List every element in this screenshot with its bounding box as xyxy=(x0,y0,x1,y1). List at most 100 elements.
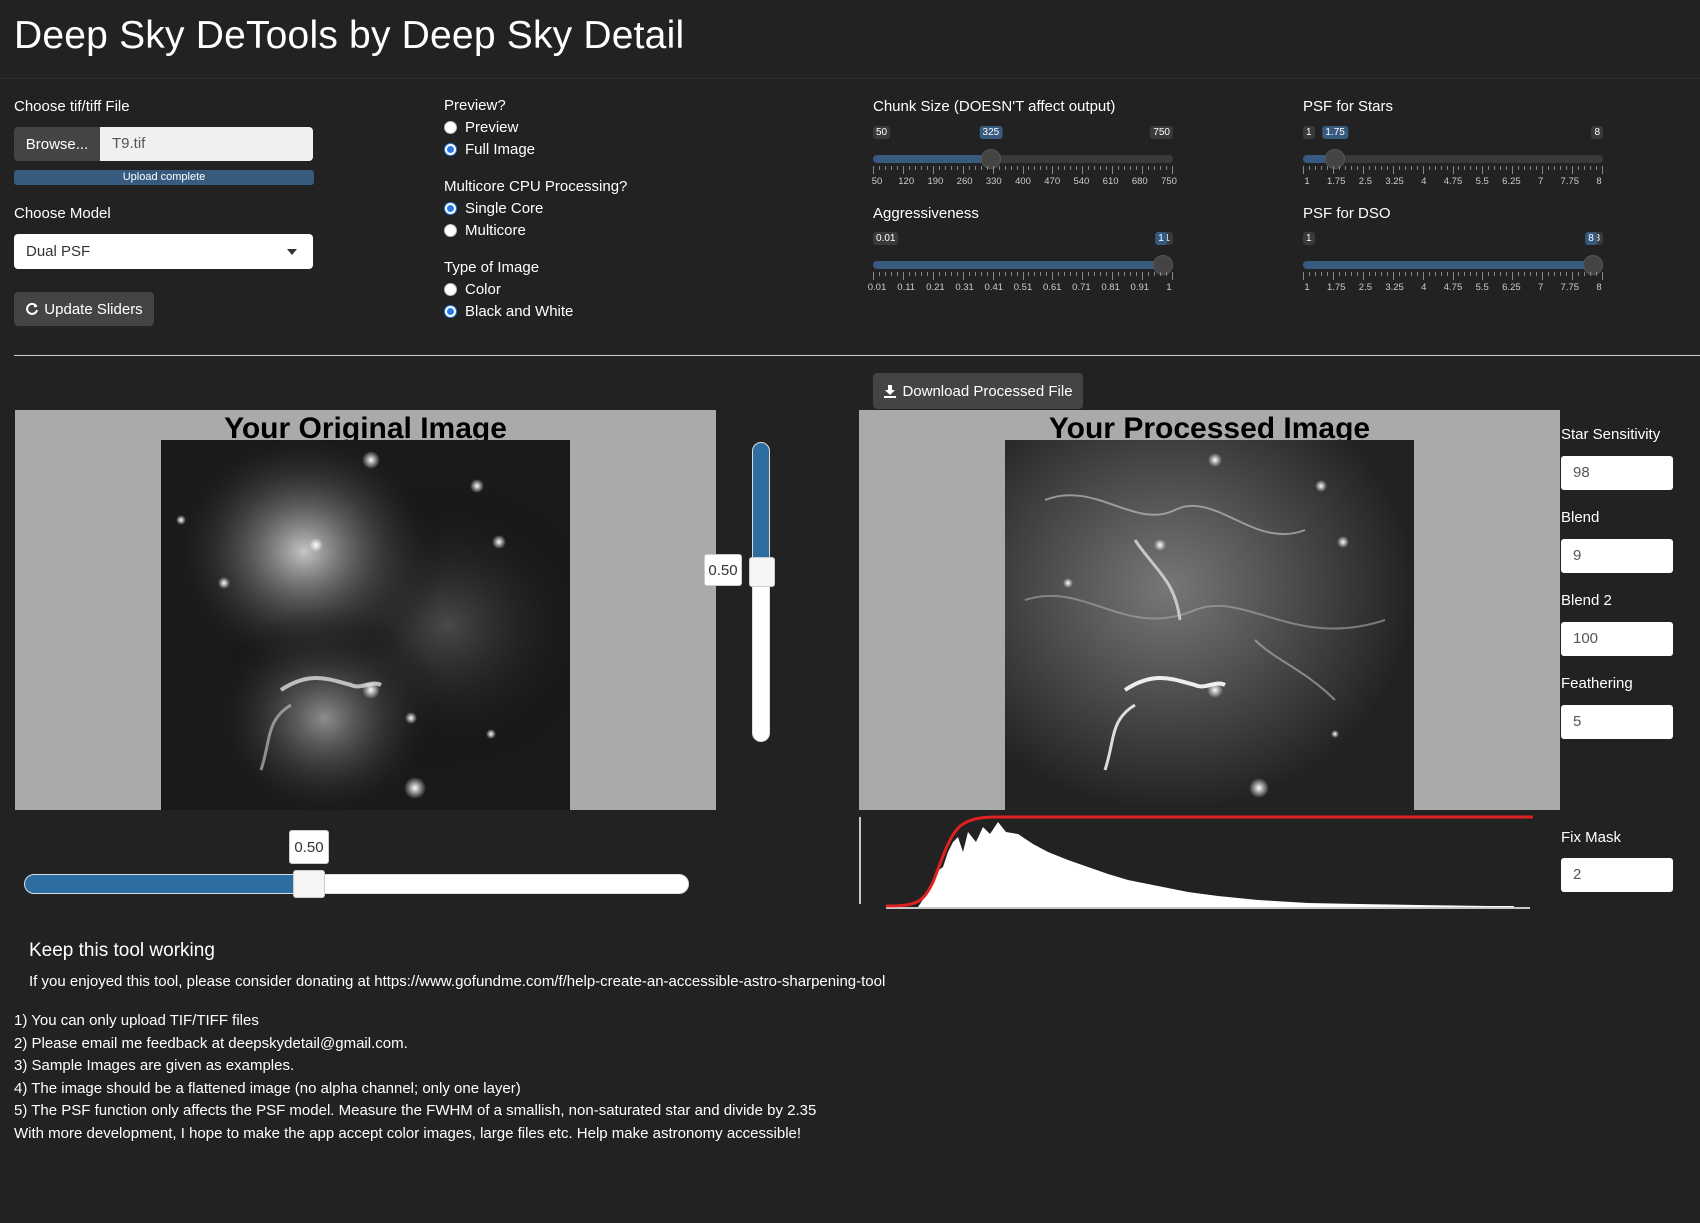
slider-tick xyxy=(1416,272,1418,276)
slider-tick xyxy=(1440,166,1442,170)
slider-tick xyxy=(1100,166,1102,170)
slider-tick xyxy=(1338,166,1340,170)
slider-tick-label: 4 xyxy=(1421,282,1427,293)
slider-tick xyxy=(1530,272,1532,276)
blend2-input[interactable]: 100 xyxy=(1561,622,1673,656)
multicore-group: Multicore CPU Processing? Single Core Mu… xyxy=(444,178,627,241)
slider-tick xyxy=(1028,272,1030,276)
slider-tick xyxy=(1154,272,1156,276)
section-divider xyxy=(14,355,1700,356)
blend2-label: Blend 2 xyxy=(1561,592,1612,609)
slider-max-label: 8 xyxy=(1591,126,1603,139)
horizontal-blend-slider[interactable] xyxy=(24,874,689,894)
slider-tick xyxy=(1010,272,1012,276)
download-processed-button[interactable]: Download Processed File xyxy=(873,373,1083,409)
star-sensitivity-input[interactable]: 98 xyxy=(1561,456,1673,490)
slider-tick-label: 260 xyxy=(956,176,973,187)
radio-multicore[interactable]: Multicore xyxy=(444,219,627,241)
blend-label: Blend xyxy=(1561,509,1600,526)
slider-tick xyxy=(1303,166,1304,174)
original-nebula-image xyxy=(161,440,570,810)
model-select[interactable]: Dual PSF xyxy=(14,234,313,269)
slider-tick xyxy=(974,166,976,170)
slider-tick-label: 0.11 xyxy=(897,282,916,293)
slider-tick xyxy=(980,166,982,170)
fix-mask-input[interactable]: 2 xyxy=(1561,858,1673,892)
radio-preview[interactable]: Preview xyxy=(444,116,535,138)
slider-tick xyxy=(1590,272,1592,276)
slider-fill xyxy=(873,155,991,163)
slider-tick xyxy=(1308,166,1310,170)
update-sliders-button[interactable]: Update Sliders xyxy=(14,292,154,326)
vertical-slider-handle[interactable] xyxy=(749,557,775,587)
file-name-field[interactable]: T9.tif xyxy=(100,127,313,161)
slider-tick xyxy=(1548,166,1550,170)
image-type-group: Type of Image Color Black and White xyxy=(444,259,573,322)
slider-tick xyxy=(950,166,952,170)
slider-tick xyxy=(1154,166,1156,170)
radio-dot xyxy=(444,304,457,318)
slider-tick xyxy=(1148,272,1150,276)
slider-tick xyxy=(1058,166,1060,170)
feathering-input[interactable]: 5 xyxy=(1561,705,1673,739)
radio-dot xyxy=(444,282,457,296)
slider-tick-label: 0.01 xyxy=(867,282,887,293)
slider-value-label: 8 xyxy=(1585,232,1597,245)
slider-tick xyxy=(1548,272,1550,276)
slider-tick-label: 0.71 xyxy=(1072,282,1091,293)
slider-tick xyxy=(1482,166,1484,174)
slider-tick xyxy=(998,272,1000,276)
slider-tick xyxy=(1488,272,1490,276)
slider-tick xyxy=(1542,166,1544,174)
slider-tick xyxy=(1106,166,1108,170)
psf-dso-slider[interactable]: 1 8 8 1 1.75 2.5 3.25 4 4.75 5.5 6.25 7 7.75 8 xyxy=(1303,232,1603,293)
radio-label: Full Image xyxy=(465,140,536,158)
slider-tick xyxy=(1142,272,1144,280)
vertical-blend-slider[interactable] xyxy=(752,442,770,742)
slider-tick xyxy=(878,272,880,276)
slider-tick xyxy=(1602,166,1603,174)
radio-single-core[interactable]: Single Core xyxy=(444,197,627,219)
slider-tick xyxy=(1488,166,1490,170)
blend-input[interactable]: 9 xyxy=(1561,539,1673,573)
slider-tick xyxy=(1518,166,1520,170)
slider-tick xyxy=(1572,272,1574,280)
processed-image-panel: Your Processed Image xyxy=(859,410,1560,810)
slider-tick xyxy=(1428,166,1430,170)
aggressiveness-slider[interactable]: 0.01 1 1 0.01 0.11 0.21 0.31 0.41 0.51 0.61 0.71 0.… xyxy=(868,232,1173,293)
histogram-plot xyxy=(858,812,1538,912)
slider-tick xyxy=(1410,272,1412,276)
slider-tick xyxy=(1566,166,1568,170)
note-line: 5) The PSF function only affects the PSF… xyxy=(14,1102,817,1119)
radio-label: Single Core xyxy=(465,199,544,217)
slider-tick xyxy=(1596,272,1598,276)
app-title: Deep Sky DeTools by Deep Sky Detail xyxy=(14,14,685,57)
slider-tick xyxy=(1320,166,1322,170)
slider-tick xyxy=(896,272,898,276)
slider-tick xyxy=(1112,166,1114,174)
slider-tick xyxy=(1040,272,1042,276)
slider-tick xyxy=(878,166,880,170)
slider-ticks xyxy=(873,166,1173,174)
upload-progress-bar: Upload complete xyxy=(14,170,314,185)
radio-black-and-white[interactable]: Black and White xyxy=(444,300,573,322)
psf-stars-label: PSF for Stars xyxy=(1303,98,1394,115)
download-label: Download Processed File xyxy=(902,382,1073,400)
browse-button[interactable]: Browse... xyxy=(14,127,100,161)
slider-tick xyxy=(932,166,934,174)
preview-label: Preview? xyxy=(444,97,506,114)
slider-tick xyxy=(920,166,922,170)
slider-tick xyxy=(1052,272,1054,280)
psf-stars-slider[interactable]: 1 8 1.75 1 1.75 2.5 3.25 4 4.75 5.5 6.25 7 7.75 8 xyxy=(1303,126,1603,187)
slider-tick xyxy=(1404,272,1406,276)
slider-tick xyxy=(974,272,976,276)
chunk-size-slider[interactable]: 50 750 325 50 120 190 260 330 400 470 540 610 680 750 xyxy=(872,126,1177,187)
slider-tick xyxy=(1362,166,1364,174)
radio-full-image[interactable]: Full Image xyxy=(444,138,535,160)
radio-color[interactable]: Color xyxy=(444,278,573,300)
horizontal-slider-handle[interactable] xyxy=(293,870,325,898)
slider-tick xyxy=(1106,272,1108,276)
slider-tick xyxy=(1124,166,1126,170)
slider-tick xyxy=(1404,166,1406,170)
slider-tick-label: 190 xyxy=(927,176,944,187)
